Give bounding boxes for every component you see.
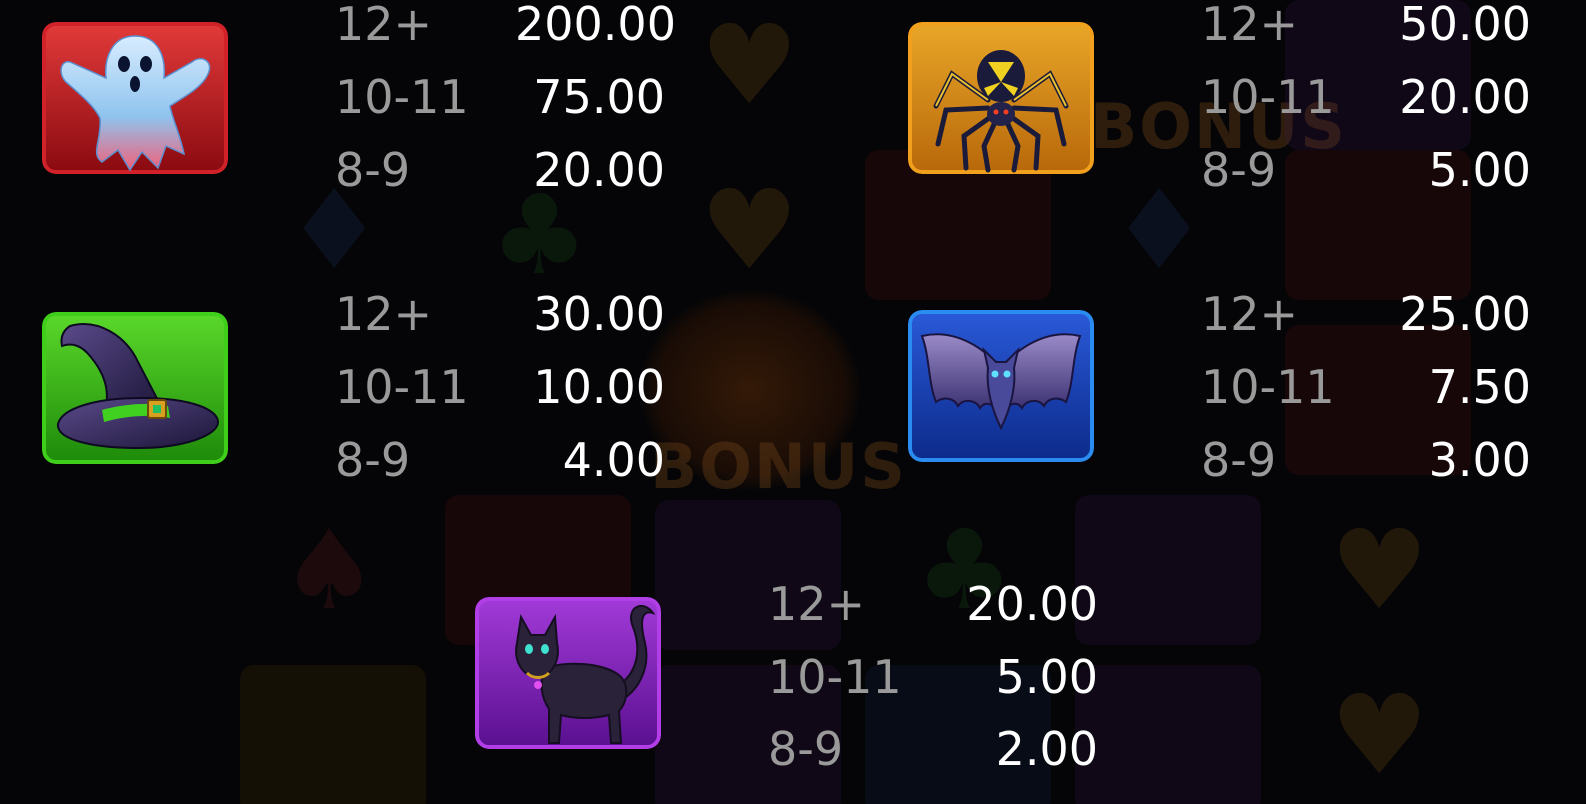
symbol-count: 8-9 [335, 433, 411, 487]
witch-hat-pay-row-8-9: 8-9 4.00 [335, 430, 665, 490]
payout-value: 4.00 [562, 433, 665, 487]
witch-hat-symbol-tile [42, 312, 228, 464]
symbol-count: 12+ [1201, 287, 1299, 341]
payout-value: 5.00 [995, 650, 1098, 704]
symbol-count: 8-9 [335, 143, 411, 197]
payout-value: 3.00 [1428, 433, 1531, 487]
spider-symbol-tile [908, 22, 1094, 174]
spade-background-icon: ♠ [280, 506, 379, 634]
bat-pay-row-8-9: 8-9 3.00 [1201, 430, 1531, 490]
bat-symbol-tile [908, 310, 1094, 462]
witch-hat-pay-row-10-11: 10-11 10.00 [335, 357, 665, 417]
symbol-count: 8-9 [1201, 433, 1277, 487]
payout-value: 20.00 [533, 143, 665, 197]
ghost-pay-row-10-11: 10-11 75.00 [335, 67, 665, 127]
payout-value: 7.50 [1428, 360, 1531, 414]
diamond-background-icon: ♦ [1110, 166, 1209, 294]
payout-value: 75.00 [533, 70, 665, 124]
ghost-pay-row-12plus: 12+ 200.00 [335, 0, 676, 54]
payout-value: 2.00 [995, 722, 1098, 776]
symbol-count: 10-11 [335, 360, 469, 414]
symbol-count: 12+ [335, 287, 433, 341]
bat-icon [908, 310, 1094, 462]
payout-value: 25.00 [1399, 287, 1531, 341]
symbol-count: 8-9 [1201, 143, 1277, 197]
symbol-count: 10-11 [1201, 360, 1335, 414]
payout-value: 50.00 [1399, 0, 1531, 51]
bat-pay-row-12plus: 12+ 25.00 [1201, 284, 1531, 344]
symbol-count: 10-11 [1201, 70, 1335, 124]
symbol-count: 8-9 [768, 722, 844, 776]
ghost-symbol-tile [42, 22, 228, 174]
symbol-count: 10-11 [335, 70, 469, 124]
heart-background-icon: ♥ [700, 1, 799, 129]
black-cat-symbol-tile [475, 597, 661, 749]
spider-icon [908, 22, 1094, 174]
black-cat-pay-row-12plus: 12+ 20.00 [768, 574, 1098, 634]
payout-value: 5.00 [1428, 143, 1531, 197]
ghost-icon [42, 22, 228, 174]
symbol-count: 12+ [1201, 0, 1299, 51]
payout-value: 200.00 [515, 0, 676, 51]
bonus-background-text: BONUS [650, 430, 907, 503]
heart-background-icon: ♥ [700, 166, 799, 294]
payout-value: 20.00 [966, 577, 1098, 631]
background-reel-tile [1075, 665, 1261, 804]
symbol-count: 12+ [335, 0, 433, 51]
spider-pay-row-10-11: 10-11 20.00 [1201, 67, 1531, 127]
payout-value: 20.00 [1399, 70, 1531, 124]
spider-pay-row-8-9: 8-9 5.00 [1201, 140, 1531, 200]
bat-pay-row-10-11: 10-11 7.50 [1201, 357, 1531, 417]
black-cat-pay-row-10-11: 10-11 5.00 [768, 647, 1098, 707]
heart-background-icon: ♥ [1330, 506, 1429, 634]
witch-hat-icon [42, 312, 228, 464]
ghost-pay-row-8-9: 8-9 20.00 [335, 140, 665, 200]
symbol-count: 12+ [768, 577, 866, 631]
spider-pay-row-12plus: 12+ 50.00 [1201, 0, 1531, 54]
payout-value: 10.00 [533, 360, 665, 414]
background-reel-tile [240, 665, 426, 804]
black-cat-pay-row-8-9: 8-9 2.00 [768, 719, 1098, 779]
heart-background-icon: ♥ [1330, 671, 1429, 799]
payout-value: 30.00 [533, 287, 665, 341]
background-reel-tile [1075, 495, 1261, 645]
cat-icon [475, 597, 661, 749]
symbol-count: 10-11 [768, 650, 902, 704]
witch-hat-pay-row-12plus: 12+ 30.00 [335, 284, 665, 344]
